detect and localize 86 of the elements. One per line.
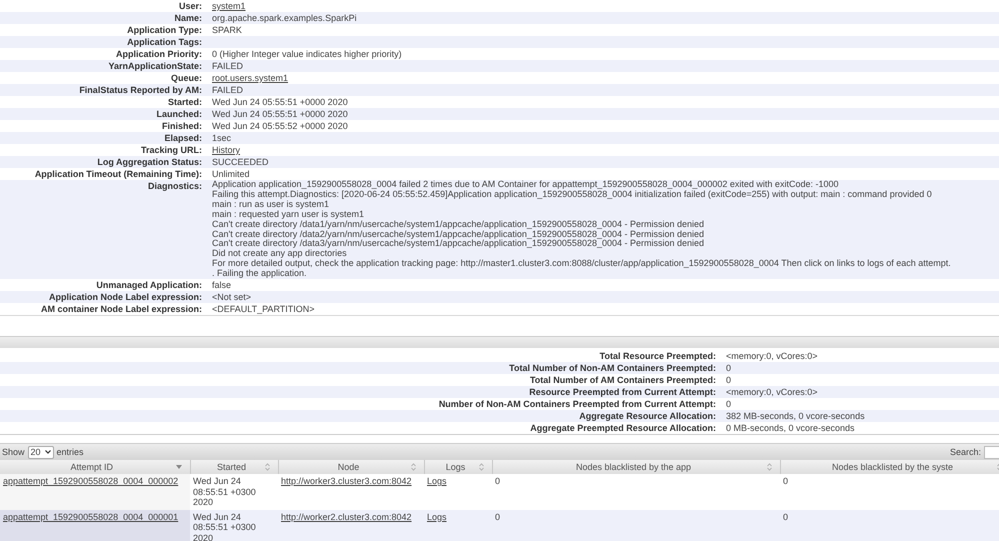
field-label: Elapsed:	[164, 133, 202, 143]
table-cell: 0	[783, 476, 788, 486]
link[interactable]: system1	[212, 1, 246, 11]
field-value: Wed Jun 24 05:55:52 +0000 2020	[211, 121, 348, 131]
sort-icon	[766, 463, 772, 472]
field-label: Total Number of AM Containers Preempted:	[530, 375, 716, 386]
diagnostics-line: Did not create any app directories	[212, 249, 348, 260]
field-label: AM container Node Label expression:	[40, 304, 202, 314]
field-label: Application Priority:	[116, 49, 202, 59]
field-label: Application Type:	[127, 25, 202, 35]
chevron-down-icon	[44, 450, 51, 454]
field-value: Wed Jun 24 05:55:51 +0000 2020	[211, 109, 348, 119]
column-header[interactable]: Started	[190, 460, 278, 474]
column-header[interactable]: Attempt ID	[0, 460, 190, 474]
search-label: Search:	[950, 447, 981, 458]
field-label: Unmanaged Application:	[96, 280, 202, 290]
link[interactable]: History	[212, 145, 240, 155]
field-label: Tracking URL:	[140, 145, 202, 155]
field-value: 0	[725, 363, 732, 374]
field-label: Total Number of Non-AM Containers Preempted:	[509, 363, 716, 374]
field-label: FinalStatus Reported by AM:	[79, 85, 202, 95]
field-label: Application Tags:	[127, 37, 202, 47]
table-cell: 0	[783, 512, 788, 522]
field-value: 0	[725, 399, 732, 410]
field-label: Queue:	[170, 73, 202, 83]
field-value: 0 (Higher Integer value indicates higher priority)	[211, 49, 402, 59]
field-label: Started:	[168, 97, 202, 107]
field-value: false	[211, 280, 232, 290]
field-value: FAILED	[211, 61, 244, 71]
table-cell: 0	[495, 512, 500, 522]
field-label: Aggregate Resource Allocation:	[579, 411, 716, 422]
field-label: Aggregate Preempted Resource Allocation:	[530, 423, 716, 434]
diagnostics-line: Application application_1592900558028_0004 failed 2 times due to AM Container for appattempt_1592900558028_0004_000002 exited with exitCode: -1000	[212, 180, 840, 190]
sort-icon	[478, 463, 484, 472]
diagnostics-line: Can't create directory /data3/yarn/nm/usercache/system1/appcache/application_1592900558028_0004 - Permission denied	[212, 239, 706, 250]
field-label: User:	[178, 1, 202, 11]
field-label: Finished:	[162, 121, 202, 131]
diagnostics-line: For more detailed output, check the application tracking page: http://master1.cluster3.com:8088/cluster/app/application_1592900558028_0004 Then click on links to logs of each attempt.	[212, 259, 952, 270]
field-value: FAILED	[211, 85, 244, 95]
field-value: Unlimited	[211, 169, 250, 179]
diagnostics-line: main : requested yarn user is system1	[212, 210, 366, 220]
column-header[interactable]: Nodes blacklisted by the app	[492, 460, 780, 474]
field-label: YarnApplicationState:	[108, 61, 202, 71]
link[interactable]: root.users.system1	[212, 73, 288, 83]
field-label: Resource Preempted from Current Attempt:	[529, 387, 716, 398]
field-label: Launched:	[156, 109, 202, 119]
field-label: Number of Non-AM Containers Preempted from Current Attempt:	[438, 399, 716, 410]
field-value: <memory:0, vCores:0>	[725, 351, 818, 362]
node-link[interactable]: http://worker3.cluster3.com:8042	[281, 476, 412, 486]
column-header[interactable]: Node	[278, 460, 424, 474]
table-cell: Wed Jun 24 08:55:51 +0300 2020	[193, 476, 256, 508]
field-value: SPARK	[211, 25, 242, 35]
field-label: Total Resource Preempted:	[600, 351, 716, 362]
sort-icon	[410, 463, 416, 472]
table-cell: Wed Jun 24 08:55:51 +0300 2020	[193, 512, 256, 541]
field-label: Application Timeout (Remaining Time):	[34, 169, 202, 179]
diagnostics-line: Can't create directory /data2/yarn/nm/usercache/system1/appcache/application_1592900558028_0004 - Permission denied	[212, 230, 706, 239]
show-label: Show	[2, 447, 25, 458]
field-label: Log Aggregation Status:	[97, 157, 202, 167]
sort-icon	[264, 463, 270, 472]
column-header[interactable]: Logs	[424, 460, 492, 474]
field-value: Wed Jun 24 05:55:51 +0000 2020	[211, 97, 348, 107]
field-value: 382 MB-seconds, 0 vcore-seconds	[725, 411, 865, 422]
logs-link[interactable]: Logs	[427, 476, 447, 486]
field-value: org.apache.spark.examples.SparkPi	[211, 13, 357, 23]
field-label: Diagnostics:	[148, 181, 202, 191]
diagnostics-line: Failing this attempt.Diagnostics: [2020-06-24 05:55:52.459]Application application_1592900558028_0004 initialization failed (exitCode=255) with output: main : command provided 0	[212, 190, 933, 200]
field-label: Application Node Label expression:	[48, 292, 202, 302]
entries-label: entries	[56, 447, 84, 458]
field-value: <memory:0, vCores:0>	[725, 387, 818, 398]
column-header[interactable]: Nodes blacklisted by the syste	[780, 460, 999, 474]
field-value: <DEFAULT_PARTITION>	[211, 304, 315, 314]
search-field[interactable]	[984, 446, 999, 459]
field-value: <Not set>	[211, 292, 252, 302]
field-value: SUCCEEDED	[211, 157, 269, 167]
logs-link[interactable]: Logs	[427, 512, 447, 522]
diagnostics-line: Can't create directory /data1/yarn/nm/usercache/system1/appcache/application_1592900558028_0004 - Permission denied	[212, 220, 706, 229]
field-label: Name:	[174, 13, 202, 23]
sort-descending-icon	[176, 465, 182, 470]
field-value: 1sec	[211, 133, 232, 143]
table-cell: 0	[495, 476, 500, 486]
page-size-select[interactable]: 20	[28, 446, 54, 459]
diagnostics-line: . Failing the application.	[212, 269, 308, 280]
field-value: 0	[725, 375, 732, 386]
field-value: 0 MB-seconds, 0 vcore-seconds	[725, 423, 855, 434]
diagnostics-line: main : run as user is system1	[212, 200, 330, 210]
